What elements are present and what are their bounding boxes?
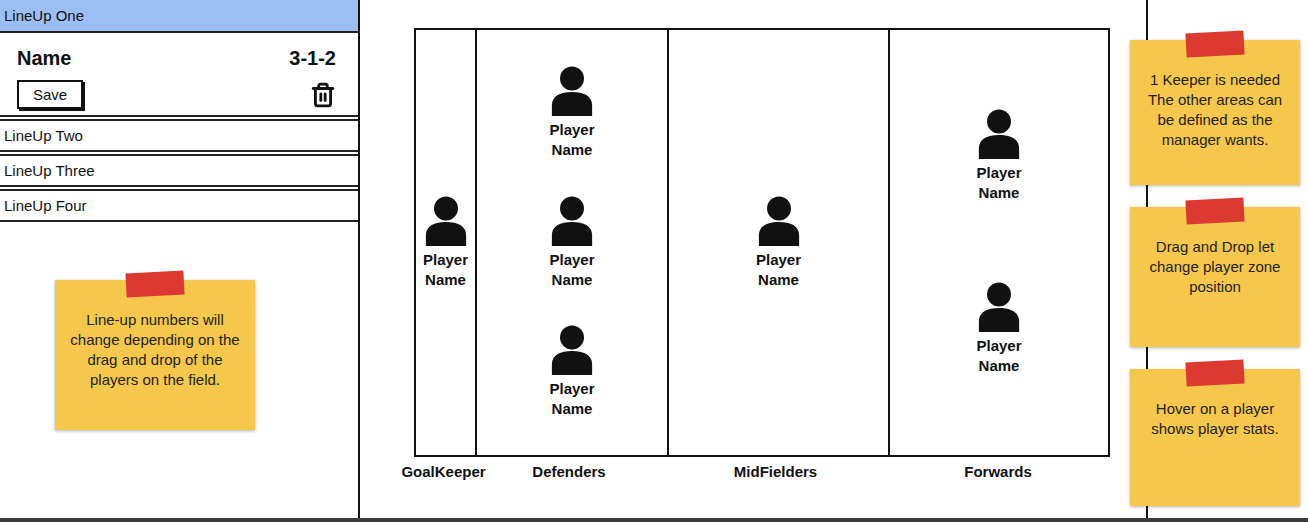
lineup-list: LineUp OneName3-1-2SaveLineUp TwoLineUp … [0,0,358,222]
field: Player NamePlayer NamePlayer NamePlayer … [414,28,1110,457]
save-button[interactable]: Save [17,80,83,109]
field-zone: Player Name Player Name Player Name [475,30,667,455]
note-wrap: 1 Keeper is needed The other areas can b… [1130,40,1300,185]
lineup-detail: Name 3-1-2 Save [0,33,358,117]
person-icon [549,325,595,375]
tape [125,270,184,297]
person-icon [756,196,802,246]
player-name: Player Name [417,250,475,290]
field-zone: Player Name Player Name [888,30,1108,455]
player[interactable]: Player Name [970,282,1028,376]
zone-label: MidFielders [665,463,886,480]
tape [1185,197,1244,224]
lineup-item[interactable]: LineUp Four [0,189,358,222]
sticky-note: 1 Keeper is needed The other areas can b… [1130,40,1300,185]
person-icon [549,66,595,116]
player-name: Player Name [543,250,601,290]
person-icon [423,196,469,246]
zone-label: GoalKeeper [414,463,473,480]
note-wrap: Drag and Drop let change player zone pos… [1130,207,1300,347]
sticky-note: Line-up numbers will change depending on… [55,280,255,430]
zone-label: Defenders [473,463,665,480]
field-zone: Player Name [667,30,888,455]
lineup-editor: LineUp OneName3-1-2SaveLineUp TwoLineUp … [0,0,1308,522]
field-area: Player NamePlayer NamePlayer NamePlayer … [360,0,1146,518]
field-zone: Player Name [416,30,475,455]
player-name: Player Name [543,120,601,160]
lineup-item[interactable]: LineUp One [0,0,358,33]
lineup-name[interactable]: Name [17,47,71,70]
formation: 3-1-2 [289,47,336,70]
person-icon [976,109,1022,159]
sidebar: LineUp OneName3-1-2SaveLineUp TwoLineUp … [0,0,360,518]
player-name: Player Name [543,379,601,419]
note-wrap: Hover on a player shows player stats. [1130,369,1300,506]
player[interactable]: Player Name [750,196,808,290]
notes-panel: 1 Keeper is needed The other areas can b… [1146,0,1308,518]
player-name: Player Name [970,163,1028,203]
sticky-note: Hover on a player shows player stats. [1130,369,1300,506]
tape [1185,30,1244,57]
person-icon [549,196,595,246]
sidebar-note-wrap: Line-up numbers will change depending on… [55,280,255,430]
tape [1185,359,1244,386]
player[interactable]: Player Name [417,196,475,290]
player[interactable]: Player Name [543,325,601,419]
player[interactable]: Player Name [970,109,1028,203]
player[interactable]: Player Name [543,66,601,160]
sticky-note: Drag and Drop let change player zone pos… [1130,207,1300,347]
detail-actions: Save [17,80,336,109]
lineup-item[interactable]: LineUp Three [0,154,358,187]
detail-header: Name 3-1-2 [17,47,336,70]
lineup-item[interactable]: LineUp Two [0,119,358,152]
player-name: Player Name [750,250,808,290]
player-name: Player Name [970,336,1028,376]
person-icon [976,282,1022,332]
player[interactable]: Player Name [543,196,601,290]
zone-label: Forwards [886,463,1110,480]
delete-button[interactable] [310,82,336,108]
zone-labels: GoalKeeperDefendersMidFieldersForwards [414,463,1110,480]
trash-icon[interactable] [310,82,336,108]
